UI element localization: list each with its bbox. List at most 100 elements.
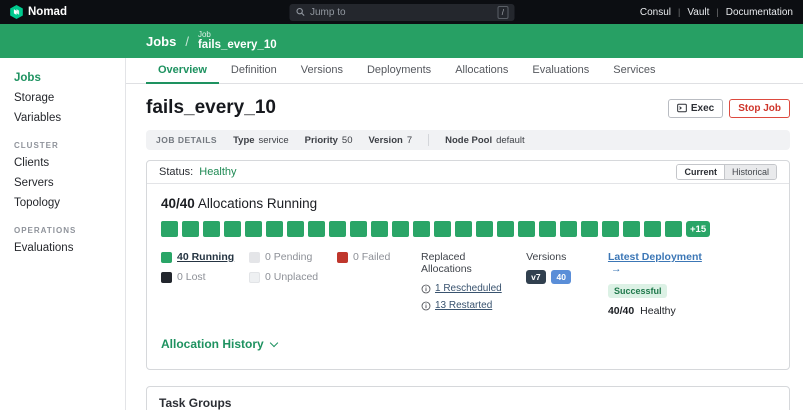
info-icon: [421, 301, 431, 311]
breadcrumb-current-job[interactable]: Job fails_every_10: [198, 30, 277, 52]
tab-allocations[interactable]: Allocations: [443, 58, 520, 84]
allocation-square[interactable]: [161, 221, 178, 237]
allocation-grid: +15: [161, 221, 775, 237]
allocation-square[interactable]: [287, 221, 304, 237]
vault-link[interactable]: Vault: [687, 7, 709, 18]
breadcrumb-separator: /: [185, 34, 189, 49]
status-value: Healthy: [199, 166, 236, 178]
allocation-square[interactable]: [560, 221, 577, 237]
allocations-heading: 40/40 Allocations Running: [161, 196, 775, 211]
allocation-square[interactable]: [413, 221, 430, 237]
allocation-square[interactable]: [203, 221, 220, 237]
sidebar-item-topology[interactable]: Topology: [0, 193, 125, 213]
running-link[interactable]: 40 Running: [177, 251, 234, 263]
allocation-square[interactable]: [602, 221, 619, 237]
allocation-square[interactable]: [644, 221, 661, 237]
allocation-square[interactable]: [329, 221, 346, 237]
breadcrumb-jobs-link[interactable]: Jobs: [146, 34, 176, 49]
allocation-square[interactable]: [392, 221, 409, 237]
top-nav-bar: Nomad Jump to / Consul | Vault | Documen…: [0, 0, 803, 24]
allocation-history-toggle[interactable]: Allocation History: [161, 337, 277, 351]
sidebar-item-clients[interactable]: Clients: [0, 153, 125, 173]
allocation-square[interactable]: [623, 221, 640, 237]
sidebar-item-jobs[interactable]: Jobs: [0, 68, 125, 88]
version-count-badge[interactable]: 40: [551, 270, 570, 284]
consul-link[interactable]: Consul: [640, 7, 671, 18]
divider: [428, 134, 429, 146]
link-separator: |: [678, 7, 680, 17]
tab-overview[interactable]: Overview: [146, 58, 219, 84]
legend-lost: 0 Lost: [161, 271, 249, 283]
deployment-status-badge: Successful: [608, 284, 668, 298]
breadcrumb-bar: Jobs / Job fails_every_10: [0, 24, 803, 58]
toggle-historical[interactable]: Historical: [725, 165, 776, 179]
search-icon: [295, 7, 305, 17]
toggle-current[interactable]: Current: [677, 165, 725, 179]
replaced-allocations-title: Replaced Allocations: [421, 251, 518, 275]
sidebar-section-cluster: CLUSTER: [0, 128, 125, 153]
search-placeholder: Jump to: [310, 7, 493, 18]
allocation-square[interactable]: [665, 221, 682, 237]
allocation-square[interactable]: [434, 221, 451, 237]
top-links: Consul | Vault | Documentation: [640, 7, 793, 18]
tab-definition[interactable]: Definition: [219, 58, 289, 84]
failed-swatch: [337, 252, 348, 263]
latest-deployment-section: Latest Deployment → Successful 40/40 Hea…: [608, 251, 713, 317]
unplaced-swatch: [249, 272, 260, 283]
tab-deployments[interactable]: Deployments: [355, 58, 443, 84]
allocation-square[interactable]: [245, 221, 262, 237]
status-panel: Status: Healthy Current Historical 40/40…: [146, 160, 790, 370]
lost-swatch: [161, 272, 172, 283]
allocation-square[interactable]: [539, 221, 556, 237]
allocation-square[interactable]: [350, 221, 367, 237]
sidebar-item-evaluations[interactable]: Evaluations: [0, 238, 125, 258]
tab-versions[interactable]: Versions: [289, 58, 355, 84]
allocation-square[interactable]: [308, 221, 325, 237]
allocation-square[interactable]: [224, 221, 241, 237]
task-groups-panel: Task Groups Name↓ Count Allocation Statu…: [146, 386, 790, 410]
sidebar-item-servers[interactable]: Servers: [0, 173, 125, 193]
jump-to-search[interactable]: Jump to /: [289, 4, 514, 21]
job-detail-node-pool: Node Pool default: [445, 135, 525, 146]
task-groups-title: Task Groups: [147, 387, 789, 410]
allocation-square[interactable]: [455, 221, 472, 237]
allocation-square[interactable]: [266, 221, 283, 237]
job-details-label: JOB DETAILS: [156, 135, 217, 145]
nomad-logo-icon: [10, 5, 23, 19]
job-details-strip: JOB DETAILS Type service Priority 50 Ver…: [146, 130, 790, 150]
latest-deployment-link[interactable]: Latest Deployment: [608, 251, 702, 263]
versions-section: Versions v7 40: [526, 251, 608, 317]
shortcut-key-badge: /: [498, 6, 508, 19]
sidebar-item-storage[interactable]: Storage: [0, 88, 125, 108]
job-tabs: Overview Definition Versions Deployments…: [126, 58, 803, 84]
allocation-square[interactable]: [497, 221, 514, 237]
more-allocations-badge[interactable]: +15: [686, 221, 710, 237]
link-separator: |: [716, 7, 718, 17]
sidebar-item-variables[interactable]: Variables: [0, 108, 125, 128]
tab-evaluations[interactable]: Evaluations: [520, 58, 601, 84]
allocation-legend: 40 Running 0 Pending 0 Failed: [161, 251, 407, 317]
documentation-link[interactable]: Documentation: [726, 7, 793, 18]
versions-title: Versions: [526, 251, 608, 263]
allocation-square[interactable]: [182, 221, 199, 237]
stop-job-button[interactable]: Stop Job: [729, 99, 790, 118]
allocation-square[interactable]: [476, 221, 493, 237]
restarted-link[interactable]: 13 Restarted: [435, 300, 492, 311]
allocation-square[interactable]: [371, 221, 388, 237]
current-historical-toggle: Current Historical: [676, 164, 777, 180]
job-detail-type: Type service: [233, 135, 289, 146]
nomad-home-link[interactable]: Nomad: [10, 5, 67, 19]
exec-button[interactable]: Exec: [668, 99, 723, 118]
running-swatch: [161, 252, 172, 263]
allocation-square[interactable]: [518, 221, 535, 237]
terminal-icon: [677, 103, 687, 113]
legend-unplaced: 0 Unplaced: [249, 271, 337, 283]
tab-services[interactable]: Services: [601, 58, 667, 84]
breadcrumb-job-label: Job: [198, 30, 277, 39]
legend-failed: 0 Failed: [337, 251, 407, 263]
version-badge[interactable]: v7: [526, 270, 545, 284]
rescheduled-link[interactable]: 1 Rescheduled: [435, 283, 502, 294]
job-detail-version: Version 7: [368, 135, 412, 146]
allocation-square[interactable]: [581, 221, 598, 237]
main-area: Overview Definition Versions Deployments…: [126, 58, 803, 410]
